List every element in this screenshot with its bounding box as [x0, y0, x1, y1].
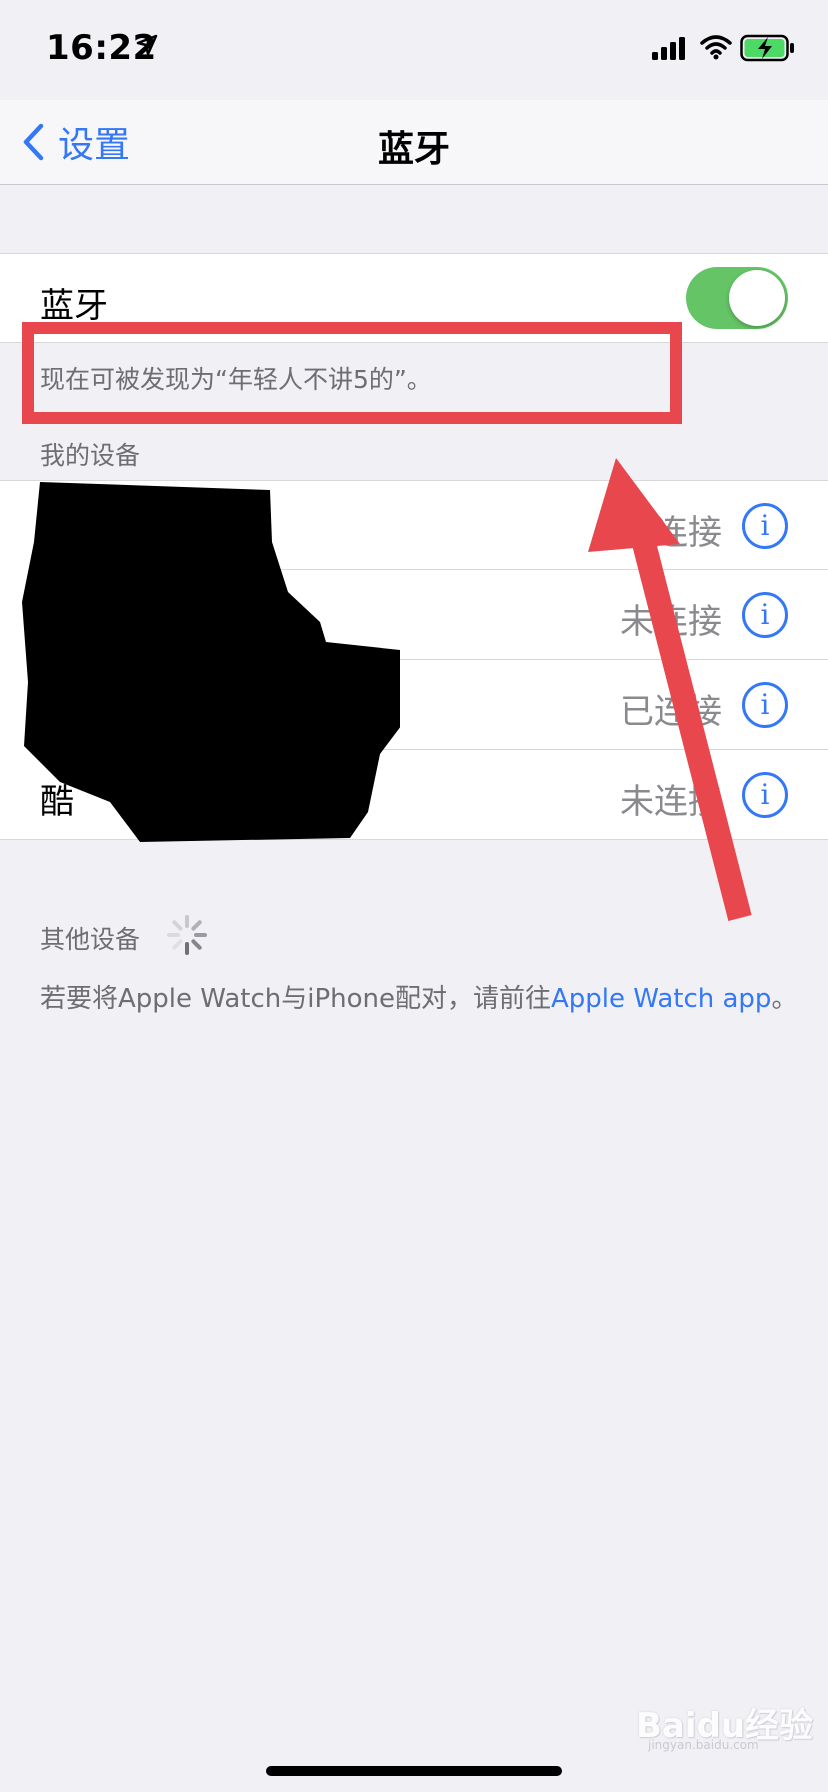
annotation-highlight-box	[22, 322, 682, 424]
apple-watch-app-link[interactable]: Apple Watch app	[551, 984, 771, 1014]
toggle-knob	[729, 270, 785, 326]
redaction-scribble	[22, 482, 400, 842]
bluetooth-toggle[interactable]	[686, 267, 788, 329]
bluetooth-label: 蓝牙	[40, 286, 108, 326]
baidu-watermark-url: jingyan.baidu.com	[648, 1738, 759, 1752]
other-devices-header: 其他设备	[40, 925, 141, 954]
wifi-icon	[700, 35, 732, 60]
annotation-arrow	[588, 458, 752, 921]
hint-text: 若要将Apple Watch与iPhone配对，请前往	[40, 984, 551, 1014]
hint-suffix: 。	[771, 984, 798, 1014]
navigation-bar: 设置 蓝牙	[0, 100, 828, 185]
battery-charging-icon	[740, 34, 794, 62]
location-arrow-icon	[136, 34, 158, 56]
my-devices-header: 我的设备	[40, 441, 141, 470]
home-indicator[interactable]	[266, 1766, 562, 1776]
loading-spinner-icon	[167, 915, 207, 955]
cellular-signal-icon	[652, 37, 685, 60]
page-title: 蓝牙	[377, 129, 450, 170]
apple-watch-hint: 若要将Apple Watch与iPhone配对，请前往Apple Watch a…	[40, 978, 797, 1015]
status-bar: 16:22	[0, 0, 828, 100]
